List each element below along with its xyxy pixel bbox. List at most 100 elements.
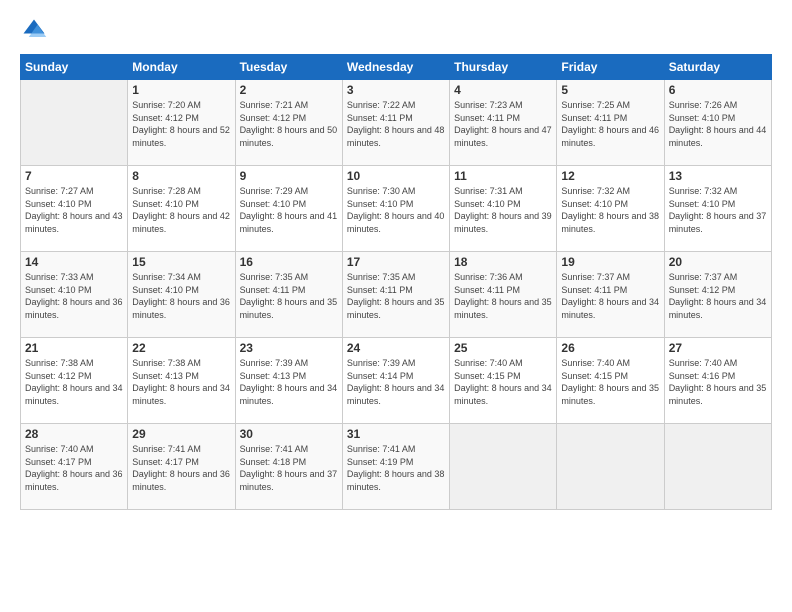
calendar-header-sunday: Sunday bbox=[21, 55, 128, 80]
day-number: 6 bbox=[669, 83, 767, 97]
calendar-cell: 6 Sunrise: 7:26 AMSunset: 4:10 PMDaylight… bbox=[664, 80, 771, 166]
day-info: Sunrise: 7:23 AMSunset: 4:11 PMDaylight:… bbox=[454, 99, 552, 149]
day-info: Sunrise: 7:34 AMSunset: 4:10 PMDaylight:… bbox=[132, 271, 230, 321]
calendar-header-tuesday: Tuesday bbox=[235, 55, 342, 80]
day-info: Sunrise: 7:40 AMSunset: 4:16 PMDaylight:… bbox=[669, 357, 767, 407]
day-info: Sunrise: 7:40 AMSunset: 4:15 PMDaylight:… bbox=[454, 357, 552, 407]
day-number: 29 bbox=[132, 427, 230, 441]
calendar-cell: 1 Sunrise: 7:20 AMSunset: 4:12 PMDaylight… bbox=[128, 80, 235, 166]
day-number: 8 bbox=[132, 169, 230, 183]
calendar-header-friday: Friday bbox=[557, 55, 664, 80]
calendar-cell: 29 Sunrise: 7:41 AMSunset: 4:17 PMDayligh… bbox=[128, 424, 235, 510]
calendar-header-row: SundayMondayTuesdayWednesdayThursdayFrid… bbox=[21, 55, 772, 80]
day-info: Sunrise: 7:37 AMSunset: 4:12 PMDaylight:… bbox=[669, 271, 767, 321]
day-number: 22 bbox=[132, 341, 230, 355]
calendar-cell: 9 Sunrise: 7:29 AMSunset: 4:10 PMDaylight… bbox=[235, 166, 342, 252]
calendar-header-saturday: Saturday bbox=[664, 55, 771, 80]
calendar-cell: 3 Sunrise: 7:22 AMSunset: 4:11 PMDaylight… bbox=[342, 80, 449, 166]
calendar-cell: 2Sunrise: 7:21 AMSunset: 4:12 PMDaylight… bbox=[235, 80, 342, 166]
day-number: 23 bbox=[240, 341, 338, 355]
calendar-header-wednesday: Wednesday bbox=[342, 55, 449, 80]
day-info: Sunrise: 7:41 AMSunset: 4:18 PMDaylight:… bbox=[240, 443, 338, 493]
day-info: Sunrise: 7:40 AMSunset: 4:17 PMDaylight:… bbox=[25, 443, 123, 493]
calendar-cell: 7 Sunrise: 7:27 AMSunset: 4:10 PMDaylight… bbox=[21, 166, 128, 252]
day-number: 10 bbox=[347, 169, 445, 183]
day-number: 24 bbox=[347, 341, 445, 355]
calendar-header-thursday: Thursday bbox=[450, 55, 557, 80]
day-info: Sunrise: 7:20 AMSunset: 4:12 PMDaylight:… bbox=[132, 99, 230, 149]
day-number: 19 bbox=[561, 255, 659, 269]
day-number: 31 bbox=[347, 427, 445, 441]
day-number: 12 bbox=[561, 169, 659, 183]
day-info: Sunrise: 7:39 AMSunset: 4:14 PMDaylight:… bbox=[347, 357, 445, 407]
calendar-week-row: 28 Sunrise: 7:40 AMSunset: 4:17 PMDayligh… bbox=[21, 424, 772, 510]
day-info: Sunrise: 7:26 AMSunset: 4:10 PMDaylight:… bbox=[669, 99, 767, 149]
day-info: Sunrise: 7:40 AMSunset: 4:15 PMDaylight:… bbox=[561, 357, 659, 407]
day-info: Sunrise: 7:33 AMSunset: 4:10 PMDaylight:… bbox=[25, 271, 123, 321]
calendar-cell bbox=[21, 80, 128, 166]
calendar-cell: 11Sunrise: 7:31 AMSunset: 4:10 PMDayligh… bbox=[450, 166, 557, 252]
day-info: Sunrise: 7:29 AMSunset: 4:10 PMDaylight:… bbox=[240, 185, 338, 235]
day-info: Sunrise: 7:38 AMSunset: 4:13 PMDaylight:… bbox=[132, 357, 230, 407]
day-number: 15 bbox=[132, 255, 230, 269]
day-info: Sunrise: 7:28 AMSunset: 4:10 PMDaylight:… bbox=[132, 185, 230, 235]
day-info: Sunrise: 7:22 AMSunset: 4:11 PMDaylight:… bbox=[347, 99, 445, 149]
calendar-cell: 17 Sunrise: 7:35 AMSunset: 4:11 PMDayligh… bbox=[342, 252, 449, 338]
calendar-cell: 10Sunrise: 7:30 AMSunset: 4:10 PMDayligh… bbox=[342, 166, 449, 252]
calendar-cell: 14Sunrise: 7:33 AMSunset: 4:10 PMDayligh… bbox=[21, 252, 128, 338]
day-number: 5 bbox=[561, 83, 659, 97]
calendar-cell bbox=[557, 424, 664, 510]
day-number: 25 bbox=[454, 341, 552, 355]
calendar-week-row: 7 Sunrise: 7:27 AMSunset: 4:10 PMDaylight… bbox=[21, 166, 772, 252]
day-number: 17 bbox=[347, 255, 445, 269]
day-info: Sunrise: 7:37 AMSunset: 4:11 PMDaylight:… bbox=[561, 271, 659, 321]
day-number: 27 bbox=[669, 341, 767, 355]
calendar-week-row: 21 Sunrise: 7:38 AMSunset: 4:12 PMDayligh… bbox=[21, 338, 772, 424]
calendar-cell bbox=[450, 424, 557, 510]
day-info: Sunrise: 7:35 AMSunset: 4:11 PMDaylight:… bbox=[240, 271, 338, 321]
day-number: 18 bbox=[454, 255, 552, 269]
day-number: 26 bbox=[561, 341, 659, 355]
day-info: Sunrise: 7:41 AMSunset: 4:19 PMDaylight:… bbox=[347, 443, 445, 493]
day-number: 20 bbox=[669, 255, 767, 269]
day-info: Sunrise: 7:32 AMSunset: 4:10 PMDaylight:… bbox=[669, 185, 767, 235]
day-number: 16 bbox=[240, 255, 338, 269]
calendar-cell: 21 Sunrise: 7:38 AMSunset: 4:12 PMDayligh… bbox=[21, 338, 128, 424]
calendar-cell: 13 Sunrise: 7:32 AMSunset: 4:10 PMDayligh… bbox=[664, 166, 771, 252]
day-info: Sunrise: 7:32 AMSunset: 4:10 PMDaylight:… bbox=[561, 185, 659, 235]
calendar-cell: 18 Sunrise: 7:36 AMSunset: 4:11 PMDayligh… bbox=[450, 252, 557, 338]
calendar-cell: 25 Sunrise: 7:40 AMSunset: 4:15 PMDayligh… bbox=[450, 338, 557, 424]
logo-icon bbox=[20, 16, 48, 44]
calendar-cell: 28 Sunrise: 7:40 AMSunset: 4:17 PMDayligh… bbox=[21, 424, 128, 510]
calendar-header-monday: Monday bbox=[128, 55, 235, 80]
day-number: 11 bbox=[454, 169, 552, 183]
day-number: 30 bbox=[240, 427, 338, 441]
day-number: 28 bbox=[25, 427, 123, 441]
calendar-cell: 16 Sunrise: 7:35 AMSunset: 4:11 PMDayligh… bbox=[235, 252, 342, 338]
day-number: 13 bbox=[669, 169, 767, 183]
day-number: 1 bbox=[132, 83, 230, 97]
day-info: Sunrise: 7:41 AMSunset: 4:17 PMDaylight:… bbox=[132, 443, 230, 493]
day-info: Sunrise: 7:38 AMSunset: 4:12 PMDaylight:… bbox=[25, 357, 123, 407]
calendar-cell: 27 Sunrise: 7:40 AMSunset: 4:16 PMDayligh… bbox=[664, 338, 771, 424]
day-number: 9 bbox=[240, 169, 338, 183]
calendar-week-row: 14Sunrise: 7:33 AMSunset: 4:10 PMDayligh… bbox=[21, 252, 772, 338]
day-number: 7 bbox=[25, 169, 123, 183]
calendar-cell: 30 Sunrise: 7:41 AMSunset: 4:18 PMDayligh… bbox=[235, 424, 342, 510]
day-number: 21 bbox=[25, 341, 123, 355]
day-info: Sunrise: 7:36 AMSunset: 4:11 PMDaylight:… bbox=[454, 271, 552, 321]
calendar-cell: 26 Sunrise: 7:40 AMSunset: 4:15 PMDayligh… bbox=[557, 338, 664, 424]
day-number: 3 bbox=[347, 83, 445, 97]
calendar-week-row: 1 Sunrise: 7:20 AMSunset: 4:12 PMDaylight… bbox=[21, 80, 772, 166]
day-info: Sunrise: 7:27 AMSunset: 4:10 PMDaylight:… bbox=[25, 185, 123, 235]
day-info: Sunrise: 7:39 AMSunset: 4:13 PMDaylight:… bbox=[240, 357, 338, 407]
calendar-cell: 5 Sunrise: 7:25 AMSunset: 4:11 PMDaylight… bbox=[557, 80, 664, 166]
header bbox=[20, 16, 772, 44]
calendar-cell: 8 Sunrise: 7:28 AMSunset: 4:10 PMDaylight… bbox=[128, 166, 235, 252]
calendar-cell: 24 Sunrise: 7:39 AMSunset: 4:14 PMDayligh… bbox=[342, 338, 449, 424]
calendar-cell bbox=[664, 424, 771, 510]
logo bbox=[20, 16, 52, 44]
day-info: Sunrise: 7:21 AMSunset: 4:12 PMDaylight:… bbox=[240, 99, 338, 149]
day-info: Sunrise: 7:25 AMSunset: 4:11 PMDaylight:… bbox=[561, 99, 659, 149]
day-info: Sunrise: 7:35 AMSunset: 4:11 PMDaylight:… bbox=[347, 271, 445, 321]
